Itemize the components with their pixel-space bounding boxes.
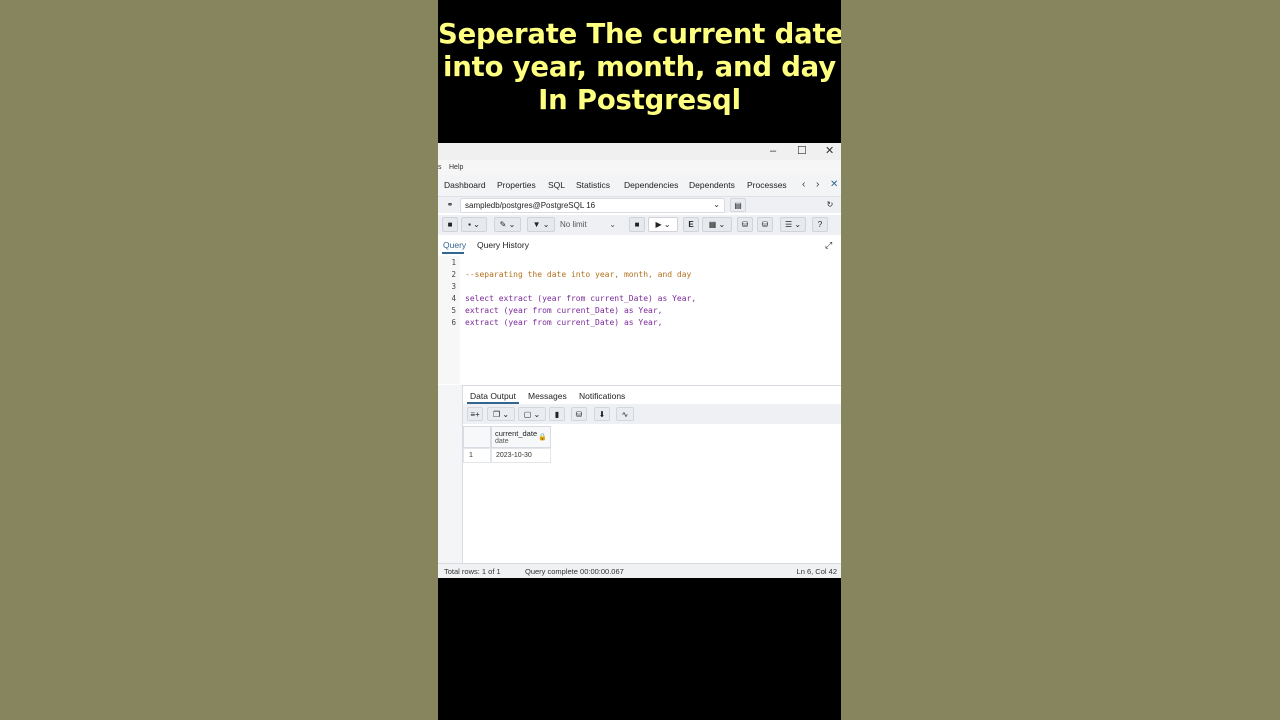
commit-icon[interactable]: ⛁	[737, 217, 753, 232]
object-tab-bar: Dashboard Properties SQL Statistics Depe…	[438, 175, 841, 197]
background-left	[0, 0, 438, 720]
add-row-icon[interactable]: ≡+	[467, 407, 483, 421]
title-line-3: In Postgresql	[538, 84, 741, 116]
chevron-right-icon[interactable]: ›	[816, 179, 819, 190]
video-frame: Seperate The current date into year, mon…	[438, 0, 841, 720]
query-toolbar: ■ ▪ ⌄ ✎ ⌄ ▼ ⌄ No limit ⌄ ■ ▶ ⌄ E ▦ ⌄ ⛁ ⛁…	[438, 215, 841, 235]
minimize-button[interactable]: –	[770, 145, 776, 158]
tab-dependencies[interactable]: Dependencies	[624, 180, 678, 190]
code-line: extract (year from current_Date) as Year…	[465, 318, 663, 327]
database-icon[interactable]: ▤	[730, 198, 746, 212]
menu-bar: s Help	[438, 160, 841, 175]
maximize-button[interactable]: ☐	[797, 145, 807, 158]
window-title-bar: – ☐ ✕	[438, 143, 841, 160]
explain-analyze-icon[interactable]: ▦ ⌄	[702, 217, 732, 232]
tab-processes[interactable]: Processes	[747, 180, 787, 190]
output-tabs: Data Output Messages Notifications	[463, 385, 841, 404]
paste-icon[interactable]: ▢ ⌄	[518, 407, 546, 421]
explain-button[interactable]: E	[683, 217, 699, 232]
connection-label: sampledb/postgres@PostgreSQL 16	[465, 201, 596, 210]
status-query-complete: Query complete 00:00:00.067	[525, 567, 624, 576]
tab-statistics[interactable]: Statistics	[576, 180, 610, 190]
tab-dependents[interactable]: Dependents	[689, 180, 735, 190]
line-number: 2	[451, 270, 456, 279]
status-cursor: Ln 6, Col 42	[796, 567, 837, 576]
rollback-icon[interactable]: ⛁	[757, 217, 773, 232]
row-limit-value: No limit	[560, 220, 587, 229]
column-header[interactable]: current_date date 🔒	[491, 426, 551, 448]
tab-sql[interactable]: SQL	[548, 180, 565, 190]
chevron-left-icon[interactable]: ‹	[802, 179, 805, 190]
chevron-down-icon: ⌄	[609, 220, 616, 229]
tab-query[interactable]: Query	[443, 240, 466, 250]
sql-editor[interactable]: 1 2 3 4 5 6 --separating the date into y…	[438, 256, 841, 384]
tab-notifications[interactable]: Notifications	[579, 391, 625, 401]
edit-icon[interactable]: ✎ ⌄	[494, 217, 521, 232]
link-icon[interactable]: ⚭	[442, 198, 458, 212]
help-icon[interactable]: ?	[812, 217, 828, 232]
results-toolbar: ≡+ ❐ ⌄ ▢ ⌄ ▮ ⛁ ⬇ ∿	[463, 404, 841, 424]
background-right	[841, 0, 1280, 720]
connection-select[interactable]: sampledb/postgres@PostgreSQL 16 ⌄	[460, 198, 725, 213]
video-title: Seperate The current date into year, mon…	[438, 18, 841, 117]
status-rows: Total rows: 1 of 1	[444, 567, 501, 576]
table-cell[interactable]: 2023-10-30	[491, 448, 551, 463]
active-tab-indicator	[442, 252, 464, 254]
line-number: 6	[451, 318, 456, 327]
title-line-2: into year, month, and day	[443, 51, 836, 83]
pgadmin-window: – ☐ ✕ s Help Dashboard Properties SQL St…	[438, 143, 841, 578]
title-line-1: Seperate The current date	[438, 18, 841, 50]
menu-item-help[interactable]: Help	[449, 164, 463, 171]
line-number: 5	[451, 306, 456, 315]
grid-corner	[463, 426, 491, 448]
close-tab-icon[interactable]: ✕	[830, 179, 838, 190]
query-tabs: Query Query History ⤢	[438, 237, 841, 254]
graph-icon[interactable]: ∿	[616, 407, 634, 421]
code-line-comment: --separating the date into year, month, …	[465, 270, 692, 279]
filter-icon[interactable]: ▼ ⌄	[527, 217, 555, 232]
lock-icon: 🔒	[538, 434, 547, 441]
tab-properties[interactable]: Properties	[497, 180, 536, 190]
line-number-gutter: 1 2 3 4 5 6	[438, 256, 460, 384]
chevron-down-icon: ⌄	[713, 200, 720, 209]
stop-icon[interactable]: ■	[629, 217, 645, 232]
open-file-icon[interactable]: ■	[442, 217, 458, 232]
macros-icon[interactable]: ☰ ⌄	[780, 217, 806, 232]
menu-item-partial[interactable]: s	[438, 164, 442, 171]
tab-query-history[interactable]: Query History	[477, 240, 529, 250]
row-limit-select[interactable]: No limit ⌄	[560, 218, 620, 231]
code-line: select extract (year from current_Date) …	[465, 294, 697, 303]
results-panel: Data Output Messages Notifications ≡+ ❐ …	[462, 385, 841, 577]
status-bar: Total rows: 1 of 1 Query complete 00:00:…	[438, 563, 841, 578]
row-number[interactable]: 1	[463, 448, 491, 463]
tab-messages[interactable]: Messages	[528, 391, 567, 401]
delete-icon[interactable]: ▮	[549, 407, 565, 421]
line-number: 3	[451, 282, 456, 291]
save-data-icon[interactable]: ⛁	[571, 407, 587, 421]
tab-data-output[interactable]: Data Output	[470, 391, 516, 401]
save-icon[interactable]: ▪ ⌄	[461, 217, 487, 232]
expand-icon[interactable]: ⤢	[825, 240, 832, 251]
left-strip	[438, 385, 462, 577]
execute-button[interactable]: ▶ ⌄	[648, 217, 678, 232]
tab-dashboard[interactable]: Dashboard	[444, 180, 486, 190]
download-icon[interactable]: ⬇	[594, 407, 610, 421]
copy-icon[interactable]: ❐ ⌄	[487, 407, 515, 421]
connection-row: ⚭ sampledb/postgres@PostgreSQL 16 ⌄ ▤ ↻	[438, 197, 841, 213]
column-type: date	[495, 438, 509, 445]
refresh-icon[interactable]: ↻	[822, 198, 838, 212]
column-name: current_date	[495, 429, 538, 438]
line-number: 4	[451, 294, 456, 303]
close-button[interactable]: ✕	[825, 145, 834, 158]
code-line: extract (year from current_Date) as Year…	[465, 306, 663, 315]
line-number: 1	[451, 258, 456, 267]
